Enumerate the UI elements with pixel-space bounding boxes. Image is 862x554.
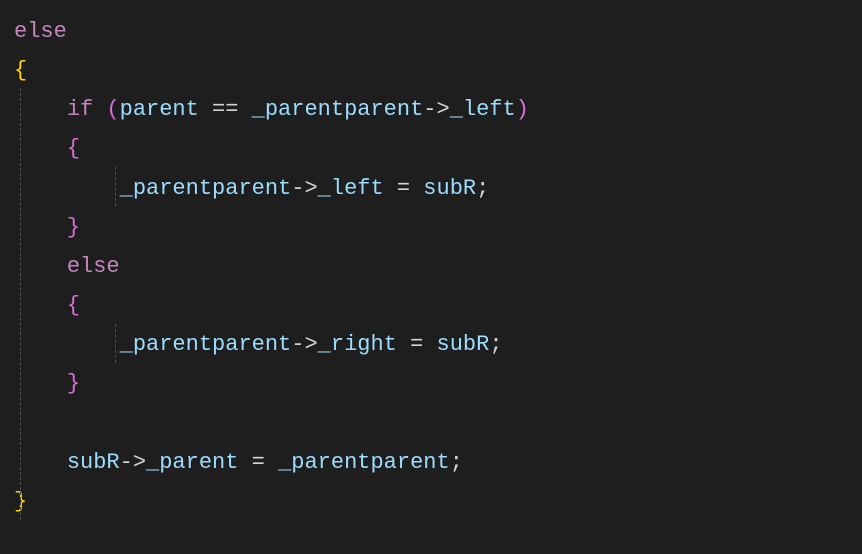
arrow-operator: -> [291, 332, 317, 357]
code-line: _parentparent->_left = subR; [14, 169, 848, 208]
brace-open: { [67, 136, 80, 161]
code-line: { [14, 51, 848, 90]
identifier-left: _left [450, 97, 516, 122]
brace-close: } [67, 215, 80, 240]
identifier-parentparent: _parentparent [120, 176, 292, 201]
identifier-parent: parent [120, 97, 199, 122]
operator-assign: = [397, 176, 410, 201]
brace-open: { [14, 58, 27, 83]
identifier-parent-mem: _parent [146, 450, 238, 475]
indent-guide [115, 324, 116, 363]
identifier-subR: subR [67, 450, 120, 475]
code-line: else [14, 247, 848, 286]
arrow-operator: -> [291, 176, 317, 201]
identifier-parentparent: _parentparent [252, 97, 424, 122]
arrow-operator: -> [120, 450, 146, 475]
operator-assign: = [410, 332, 423, 357]
operator-equals: == [212, 97, 238, 122]
identifier-parentparent: _parentparent [278, 450, 450, 475]
identifier-left: _left [318, 176, 384, 201]
keyword-if: if [67, 97, 93, 122]
indent-guide [115, 167, 116, 206]
semicolon: ; [476, 176, 489, 201]
paren-close: ) [516, 97, 529, 122]
identifier-subR: subR [423, 176, 476, 201]
code-line: _parentparent->_right = subR; [14, 325, 848, 364]
identifier-subR: subR [437, 332, 490, 357]
code-line: { [14, 286, 848, 325]
code-line: } [14, 482, 848, 521]
code-line: subR->_parent = _parentparent; [14, 443, 848, 482]
brace-open: { [67, 293, 80, 318]
keyword-else: else [67, 254, 120, 279]
keyword-else: else [14, 19, 67, 44]
code-line: { [14, 129, 848, 168]
code-line: } [14, 208, 848, 247]
code-block: else { if (parent == _parentparent->_lef… [14, 12, 848, 521]
code-line: } [14, 364, 848, 403]
semicolon: ; [450, 450, 463, 475]
indent-guide [20, 88, 21, 520]
brace-close: } [67, 371, 80, 396]
identifier-parentparent: _parentparent [120, 332, 292, 357]
code-line: else [14, 12, 848, 51]
paren-open: ( [106, 97, 119, 122]
arrow-operator: -> [423, 97, 449, 122]
code-line [14, 404, 848, 443]
identifier-right: _right [318, 332, 397, 357]
semicolon: ; [489, 332, 502, 357]
code-line: if (parent == _parentparent->_left) [14, 90, 848, 129]
operator-assign: = [252, 450, 265, 475]
